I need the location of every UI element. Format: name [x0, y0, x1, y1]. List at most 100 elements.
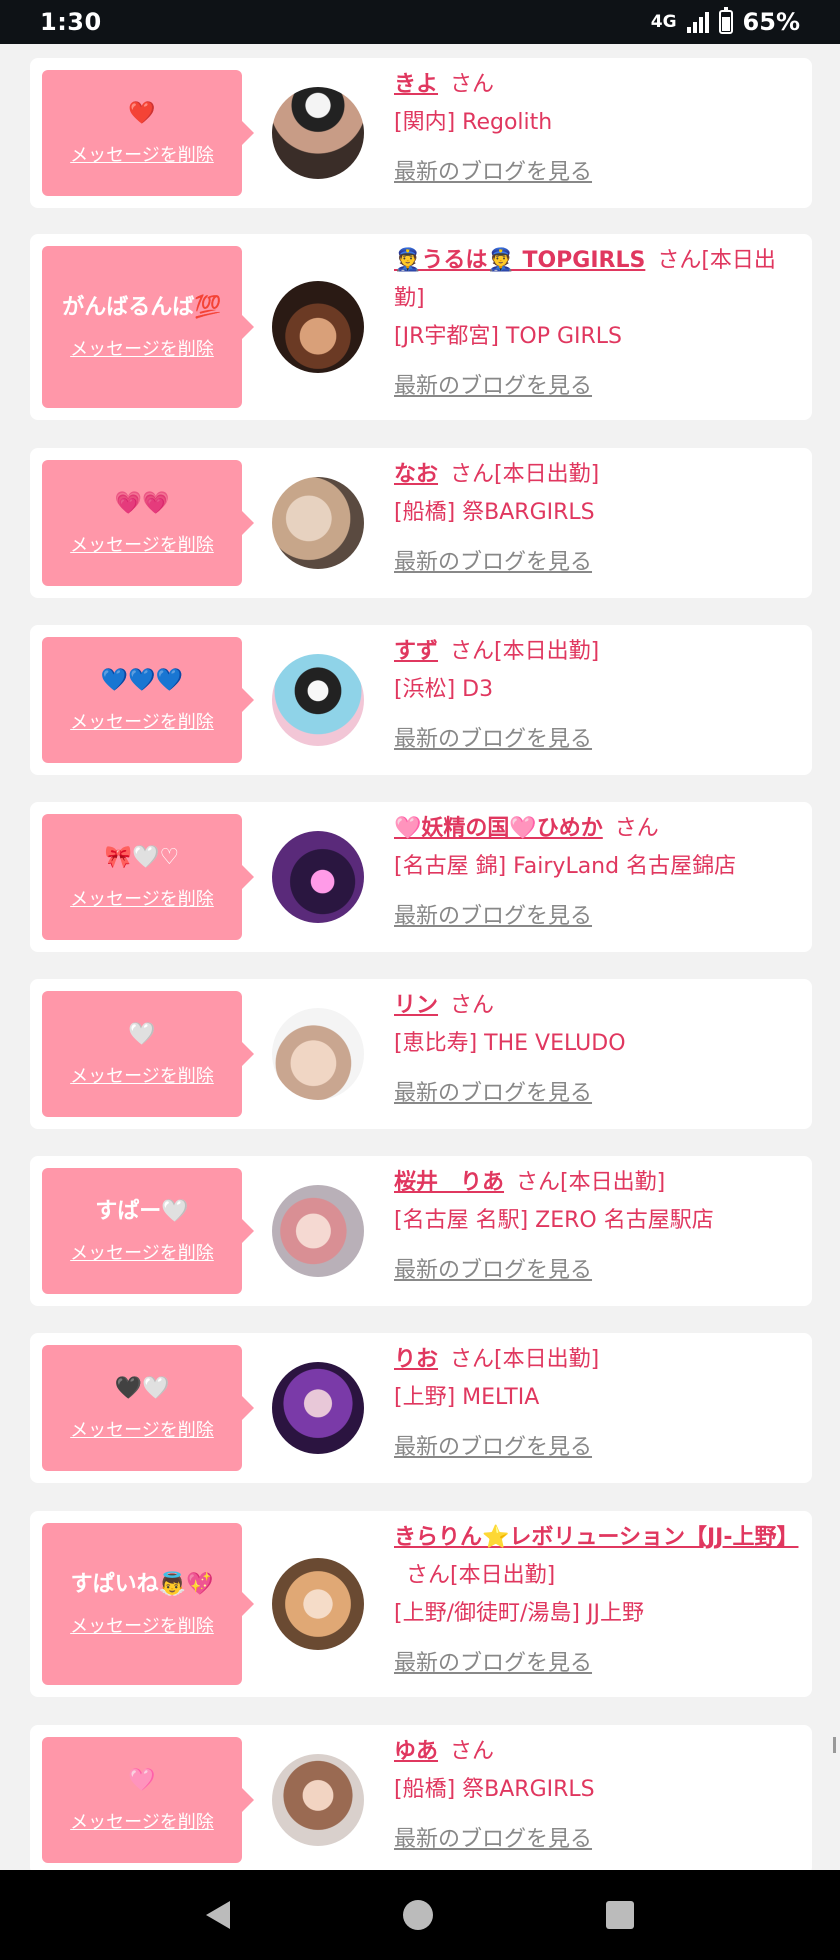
list-item: 🤍 メッセージを削除 リン さん [恵比寿] THE VELUDO 最新のブログを…	[30, 979, 812, 1129]
blog-link[interactable]: 最新のブログを見る	[394, 1252, 802, 1290]
entry-info: 🩷妖精の国🩷ひめか さん [名古屋 錦] FairyLand 名古屋錦店 最新のブ…	[394, 810, 802, 936]
shop-name: [船橋] 祭BARGIRLS	[394, 500, 595, 525]
delete-message-link[interactable]: メッセージを削除	[70, 1808, 214, 1834]
delete-message-link[interactable]: メッセージを削除	[70, 1062, 214, 1088]
list-item: すぱいね👼💖 メッセージを削除 きらりん⭐レボリューション【JJ-上野】さん[本…	[30, 1511, 812, 1697]
list-item: すぱー🤍 メッセージを削除 桜井 りあ さん[本日出勤] [名古屋 名駅] ZER…	[30, 1156, 812, 1306]
avatar[interactable]	[272, 87, 364, 179]
honorific: さん	[614, 816, 659, 841]
battery-icon	[718, 7, 733, 34]
message-box: 🎀🤍♡ メッセージを削除	[42, 814, 254, 940]
shop-name: [名古屋 名駅] ZERO 名古屋駅店	[394, 1208, 714, 1233]
shop-name: [恵比寿] THE VELUDO	[394, 1031, 626, 1056]
avatar[interactable]	[272, 1558, 364, 1650]
message-list[interactable]: ❤️ メッセージを削除 きよ さん [関内] Regolith 最新のブログを見る…	[0, 44, 840, 1870]
avatar[interactable]	[272, 1754, 364, 1846]
honorific: さん[本日出勤]	[450, 1347, 600, 1372]
avatar[interactable]	[272, 1362, 364, 1454]
message-text: 🩷	[128, 1768, 156, 1793]
entry-info: 👮うるは👮 TOPGIRLS さん[本日出勤] [JR宇都宮] TOP GIRLS…	[394, 242, 802, 406]
status-icons: 4G 65%	[650, 7, 800, 36]
list-item: 🖤🤍 メッセージを削除 りお さん[本日出勤] [上野] MELTIA 最新のブロ…	[30, 1333, 812, 1483]
delete-message-link[interactable]: メッセージを削除	[70, 1416, 214, 1442]
message-text: 🤍	[128, 1022, 156, 1047]
list-item: 💗💗 メッセージを削除 なお さん[本日出勤] [船橋] 祭BARGIRLS 最新…	[30, 448, 812, 598]
home-icon[interactable]	[402, 1900, 433, 1930]
girl-name-link[interactable]: きらりん⭐レボリューション【JJ-上野】	[394, 1525, 798, 1550]
avatar[interactable]	[272, 1185, 364, 1277]
message-text: 🖤🤍	[114, 1376, 170, 1401]
list-item: がんばるんば💯 メッセージを削除 👮うるは👮 TOPGIRLS さん[本日出勤] …	[30, 234, 812, 420]
entry-info: なお さん[本日出勤] [船橋] 祭BARGIRLS 最新のブログを見る	[394, 456, 802, 582]
avatar[interactable]	[272, 1008, 364, 1100]
status-bar: 1:30 4G 65%	[0, 0, 840, 44]
girl-name-link[interactable]: リン	[394, 993, 438, 1018]
avatar[interactable]	[272, 281, 364, 373]
message-text: すぱいね👼💖	[70, 1572, 214, 1597]
signal-icon	[686, 11, 709, 33]
girl-name-link[interactable]: りお	[394, 1347, 438, 1372]
shop-name: [船橋] 祭BARGIRLS	[394, 1777, 595, 1802]
message-box: 🖤🤍 メッセージを削除	[42, 1345, 254, 1471]
delete-message-link[interactable]: メッセージを削除	[70, 885, 214, 911]
battery-level: 65%	[742, 8, 800, 36]
message-text: 💙💙💙	[100, 668, 184, 693]
blog-link[interactable]: 最新のブログを見る	[394, 898, 802, 936]
shop-name: [上野/御徒町/湯島] JJ上野	[394, 1601, 644, 1626]
back-icon[interactable]	[206, 1901, 231, 1929]
message-text: がんばるんば💯	[62, 295, 222, 320]
girl-name-link[interactable]: ゆあ	[394, 1739, 438, 1764]
blog-link[interactable]: 最新のブログを見る	[394, 368, 802, 406]
shop-name: [浜松] D3	[394, 677, 494, 702]
avatar[interactable]	[272, 654, 364, 746]
blog-link[interactable]: 最新のブログを見る	[394, 1075, 802, 1113]
message-box: がんばるんば💯 メッセージを削除	[42, 246, 254, 408]
girl-name-link[interactable]: 桜井 りあ	[394, 1170, 504, 1195]
recent-apps-icon[interactable]	[605, 1901, 634, 1929]
honorific: さん	[450, 72, 495, 97]
girl-name-link[interactable]: すず	[394, 639, 438, 664]
blog-link[interactable]: 最新のブログを見る	[394, 544, 802, 582]
shop-name: [上野] MELTIA	[394, 1385, 540, 1410]
blog-link[interactable]: 最新のブログを見る	[394, 721, 802, 759]
blog-link[interactable]: 最新のブログを見る	[394, 154, 802, 192]
blog-link[interactable]: 最新のブログを見る	[394, 1645, 802, 1683]
message-text: 💗💗	[114, 491, 170, 516]
list-item: 🎀🤍♡ メッセージを削除 🩷妖精の国🩷ひめか さん [名古屋 錦] FairyLa…	[30, 802, 812, 952]
list-item: 💙💙💙 メッセージを削除 すず さん[本日出勤] [浜松] D3 最新のブログを見…	[30, 625, 812, 775]
message-text: ❤️	[128, 101, 156, 126]
delete-message-link[interactable]: メッセージを削除	[70, 335, 214, 361]
blog-link[interactable]: 最新のブログを見る	[394, 1821, 802, 1859]
avatar[interactable]	[272, 477, 364, 569]
honorific: さん	[450, 993, 495, 1018]
message-box: 🤍 メッセージを削除	[42, 991, 254, 1117]
delete-message-link[interactable]: メッセージを削除	[70, 708, 214, 734]
delete-message-link[interactable]: メッセージを削除	[70, 1612, 214, 1638]
delete-message-link[interactable]: メッセージを削除	[70, 531, 214, 557]
message-box: ❤️ メッセージを削除	[42, 70, 254, 196]
girl-name-link[interactable]: 👮うるは👮 TOPGIRLS	[394, 248, 645, 273]
delete-message-link[interactable]: メッセージを削除	[70, 141, 214, 167]
message-text: 🎀🤍♡	[104, 845, 180, 870]
honorific: さん[本日出勤]	[450, 462, 600, 487]
honorific: さん[本日出勤]	[516, 1170, 666, 1195]
delete-message-link[interactable]: メッセージを削除	[70, 1239, 214, 1265]
network-label: 4G	[650, 12, 677, 32]
entry-info: 桜井 りあ さん[本日出勤] [名古屋 名駅] ZERO 名古屋駅店 最新のブログ…	[394, 1164, 802, 1290]
scrollbar-thumb[interactable]	[833, 1737, 836, 1753]
entry-info: すず さん[本日出勤] [浜松] D3 最新のブログを見る	[394, 633, 802, 759]
girl-name-link[interactable]: 🩷妖精の国🩷ひめか	[394, 816, 603, 841]
entry-info: きよ さん [関内] Regolith 最新のブログを見る	[394, 66, 802, 192]
girl-name-link[interactable]: なお	[394, 462, 438, 487]
girl-name-link[interactable]: きよ	[394, 72, 438, 97]
system-navigation-bar	[0, 1870, 840, 1960]
message-box: 💗💗 メッセージを削除	[42, 460, 254, 586]
list-item: 🩷 メッセージを削除 ゆあ さん [船橋] 祭BARGIRLS 最新のブログを見る	[30, 1725, 812, 1870]
honorific: さん	[450, 1739, 495, 1764]
avatar[interactable]	[272, 831, 364, 923]
message-text: すぱー🤍	[95, 1199, 189, 1224]
blog-link[interactable]: 最新のブログを見る	[394, 1429, 802, 1467]
shop-name: [名古屋 錦] FairyLand 名古屋錦店	[394, 854, 737, 879]
honorific: さん[本日出勤]	[406, 1563, 556, 1588]
message-box: 💙💙💙 メッセージを削除	[42, 637, 254, 763]
